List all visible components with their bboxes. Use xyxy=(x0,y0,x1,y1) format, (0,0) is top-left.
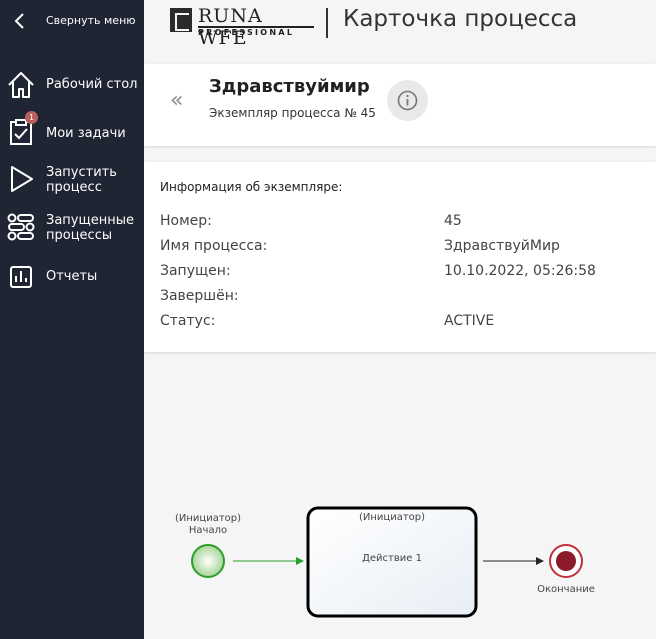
sidebar-item-label: Мои задачи xyxy=(46,126,126,141)
logo-mark-icon xyxy=(170,8,192,32)
sidebar: Свернуть меню Рабочий стол 1 Мои задачи … xyxy=(0,0,144,639)
info-label-finished: Завершён: xyxy=(160,288,239,304)
sidebar-item-my-tasks[interactable]: 1 Мои задачи xyxy=(0,111,144,147)
back-button[interactable]: « xyxy=(170,88,183,113)
sidebar-item-label: Запущенные процессы xyxy=(46,213,134,243)
collapse-menu-button[interactable]: Свернуть меню xyxy=(0,0,144,42)
info-value-process-name: ЗдравствуйМир xyxy=(444,238,560,254)
info-label-process-name: Имя процесса: xyxy=(160,238,268,254)
sidebar-item-label: Отчеты xyxy=(46,269,98,284)
sidebar-item-running-processes[interactable]: Запущенные процессы xyxy=(0,212,144,246)
page-title: Карточка процесса xyxy=(343,6,578,32)
play-icon xyxy=(11,166,33,192)
header-divider xyxy=(326,8,328,38)
info-value-status: ACTIVE xyxy=(444,313,495,329)
instance-info-title: Информация об экземпляре: xyxy=(160,180,343,194)
collapse-menu-label: Свернуть меню xyxy=(46,14,136,27)
end-event-core xyxy=(556,551,576,571)
start-event-role: (Инициатор) xyxy=(174,513,242,524)
page-header: RUNA WFE PROFESSIONAL Карточка процесса xyxy=(144,0,656,49)
info-icon xyxy=(397,90,418,111)
instance-info-card: Информация об экземпляре: Номер: 45 Имя … xyxy=(144,162,656,352)
info-button[interactable] xyxy=(387,80,428,121)
process-name: Здравствуймир xyxy=(209,76,370,97)
process-instance-subtitle: Экземпляр процесса № 45 xyxy=(209,106,376,120)
sidebar-item-reports[interactable]: Отчеты xyxy=(0,262,144,292)
process-diagram-graphic xyxy=(191,506,583,618)
sidebar-item-desktop[interactable]: Рабочий стол xyxy=(0,70,144,100)
info-label-number: Номер: xyxy=(160,213,212,229)
task-role: (Инициатор) xyxy=(358,512,426,523)
info-label-status: Статус: xyxy=(160,313,216,329)
process-flow-icon xyxy=(7,213,35,241)
tasks-count-badge: 1 xyxy=(25,111,38,124)
info-value-number: 45 xyxy=(444,213,462,229)
chevron-left-icon xyxy=(14,13,24,29)
info-label-started: Запущен: xyxy=(160,263,231,279)
bar-chart-icon xyxy=(10,266,32,288)
logo-subtitle: PROFESSIONAL xyxy=(198,26,314,37)
task-label: Действие 1 xyxy=(362,553,422,564)
home-icon xyxy=(8,72,34,98)
runa-wfe-logo[interactable]: RUNA WFE PROFESSIONAL xyxy=(168,5,316,49)
sidebar-item-label: Запустить процесс xyxy=(46,165,117,195)
info-value-started: 10.10.2022, 05:26:58 xyxy=(444,263,596,279)
process-header-card: « Здравствуймир Экземпляр процесса № 45 xyxy=(144,64,656,146)
end-event-label: Окончание xyxy=(537,584,595,595)
sidebar-item-start-process[interactable]: Запустить процесс xyxy=(0,164,144,198)
start-event[interactable] xyxy=(191,544,225,578)
start-event-label: Начало xyxy=(188,525,228,536)
process-diagram: (Инициатор) Начало (Инициатор) Действие … xyxy=(144,352,656,639)
sidebar-item-label: Рабочий стол xyxy=(46,77,138,92)
